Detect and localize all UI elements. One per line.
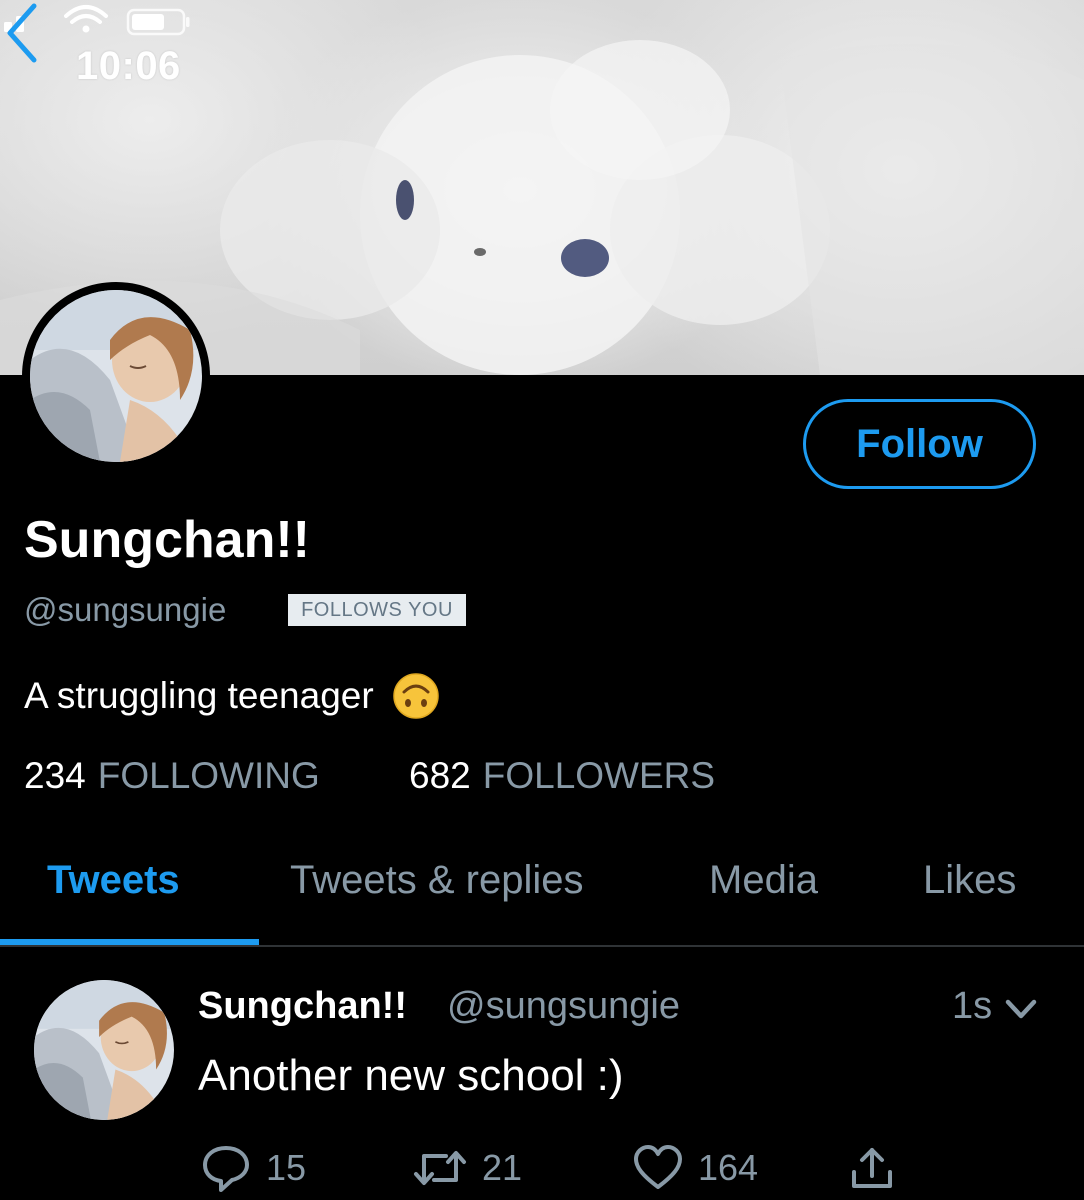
tab-media[interactable]: Media <box>709 858 818 903</box>
retweet-count: 21 <box>482 1147 523 1188</box>
tab-tweets[interactable]: Tweets <box>47 858 180 903</box>
tab-divider <box>0 945 1084 947</box>
retweet-button[interactable]: 21 <box>412 1140 522 1196</box>
following-count: 234 <box>24 755 86 796</box>
following-stat[interactable]: 234 FOLLOWING <box>24 755 320 797</box>
avatar-photo <box>30 290 202 462</box>
reply-button[interactable]: 15 <box>200 1140 306 1196</box>
battery-icon <box>126 8 190 36</box>
tab-tweets-and-replies[interactable]: Tweets & replies <box>290 858 583 903</box>
share-icon <box>852 1148 892 1188</box>
tweet-avatar-photo <box>34 980 174 1120</box>
reply-icon <box>203 1146 249 1192</box>
back-chevron-icon[interactable] <box>0 0 46 66</box>
wifi-icon <box>64 5 108 24</box>
tweet-text: Another new school :) <box>198 1051 624 1100</box>
status-bar-time: 10:06 <box>76 44 181 88</box>
profile-avatar[interactable] <box>22 282 210 470</box>
follows-you-badge: FOLLOWS YOU <box>288 594 466 626</box>
reply-count: 15 <box>266 1147 307 1188</box>
tab-likes[interactable]: Likes <box>923 858 1016 903</box>
share-button[interactable] <box>846 1140 898 1196</box>
bio-text: A struggling teenager <box>24 675 374 716</box>
followers-label: FOLLOWERS <box>482 755 716 796</box>
tweet-avatar[interactable] <box>34 980 174 1120</box>
profile-handle: @sungsungie <box>24 591 227 628</box>
like-count: 164 <box>698 1147 759 1188</box>
profile-display-name: Sungchan!! <box>24 511 310 569</box>
followers-stat[interactable]: 682 FOLLOWERS <box>409 755 715 797</box>
tweet-author-name[interactable]: Sungchan!! <box>198 985 407 1028</box>
heart-icon <box>634 1145 682 1189</box>
like-button[interactable]: 164 <box>632 1140 758 1196</box>
following-label: FOLLOWING <box>97 755 320 796</box>
profile-bio: A struggling teenager <box>24 672 440 720</box>
tweet-timestamp: 1s <box>952 985 993 1027</box>
upside-down-face-icon <box>392 673 439 719</box>
tweet-author-handle: @sungsungie <box>447 985 680 1027</box>
followers-count: 682 <box>409 755 471 796</box>
follow-button[interactable]: Follow <box>803 399 1036 489</box>
chevron-down-icon[interactable] <box>1002 990 1040 1028</box>
retweet-icon <box>414 1151 466 1185</box>
